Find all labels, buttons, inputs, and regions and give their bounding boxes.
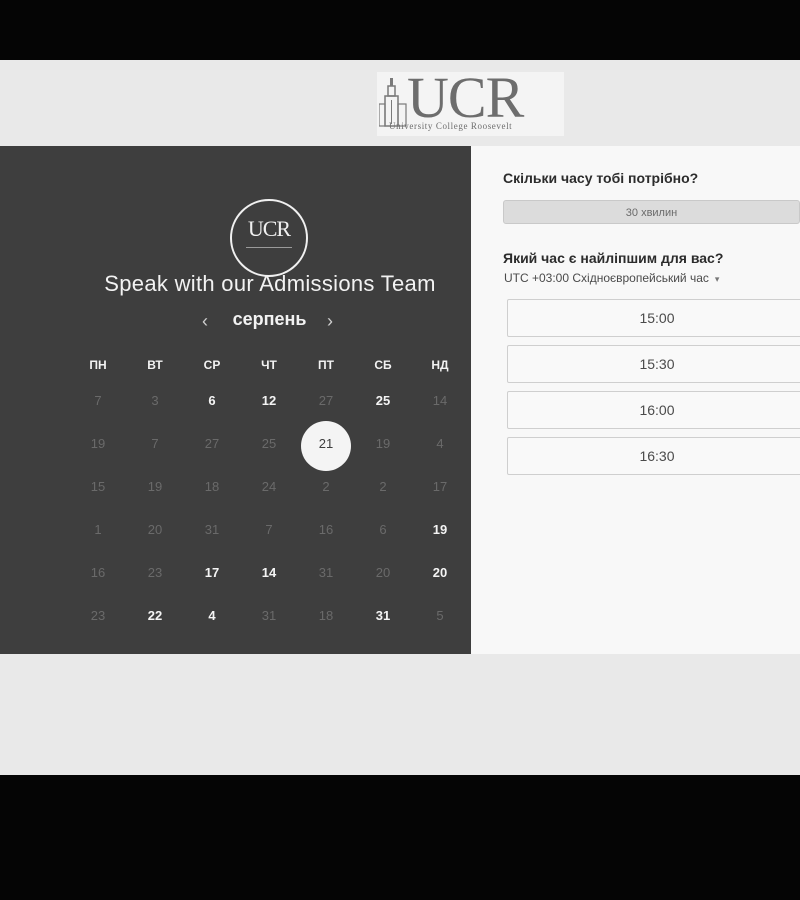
calendar-day: 23	[90, 608, 106, 623]
calendar-day: 31	[261, 608, 277, 623]
calendar-day: 18	[318, 608, 334, 623]
calendar-day[interactable]: 25	[355, 381, 411, 421]
calendar-day: 2	[322, 479, 330, 494]
calendar-day: 1	[94, 522, 102, 537]
calendar-day: 6	[379, 522, 387, 537]
duration-question: Скільки часу тобі потрібно?	[503, 170, 699, 186]
calendar-day: 19	[147, 479, 163, 494]
time-selection-panel: Скільки часу тобі потрібно? 30 хвилин Як…	[471, 146, 800, 654]
badge-text: UCR	[247, 216, 291, 241]
weekday-label: ЧТ	[261, 358, 277, 372]
calendar-day-selected[interactable]: 21	[298, 421, 354, 471]
calendar-day: 7	[94, 393, 102, 408]
calendar-days: 7 3 6 12 27 25 14 19 7 27 25 21 19 4 15 19 18 24 2 2 17 1 20 31…	[70, 380, 470, 638]
calendar-day: 15	[90, 479, 106, 494]
chevron-right-icon[interactable]: ›	[327, 311, 333, 332]
calendar-day: 23	[147, 565, 163, 580]
calendar-week-row: 19 7 27 25 21 19 4	[70, 421, 470, 471]
calendar-panel: UCR Speak with our Admissions Team ‹ сер…	[0, 146, 471, 654]
calendar-day: 27	[204, 436, 220, 451]
calendar-week-row: 15 19 18 24 2 2 17	[70, 466, 470, 509]
weekday-label: ПН	[89, 358, 107, 372]
month-navigation: ‹ серпень ›	[198, 309, 343, 335]
calendar-day: 7	[151, 436, 159, 451]
ucr-badge-logo: UCR	[230, 199, 308, 277]
logo-subtitle: University College Roosevelt	[389, 121, 513, 131]
weekday-label: СБ	[374, 358, 392, 372]
calendar-day: 27	[318, 393, 334, 408]
calendar-day: 25	[261, 436, 277, 451]
calendar-grid: ПН ВТ СР ЧТ ПТ СБ НД 7 3 6 12 27 25 14 19 7 27 25 2…	[70, 356, 470, 638]
weekday-label: НД	[431, 358, 449, 372]
weekday-header: ПН ВТ СР ЧТ ПТ СБ НД	[70, 356, 470, 380]
badge-divider	[246, 247, 292, 248]
calendar-day: 2	[379, 479, 387, 494]
calendar-week-row: 16 23 17 14 31 20 20	[70, 552, 470, 595]
calendar-day: 16	[90, 565, 106, 580]
chevron-left-icon[interactable]: ‹	[202, 311, 208, 332]
page-title: Speak with our Admissions Team	[104, 271, 436, 296]
calendar-day: 4	[436, 436, 444, 451]
calendar-day[interactable]: 22	[127, 596, 183, 636]
calendar-day: 19	[375, 436, 391, 451]
calendar-day: 18	[204, 479, 220, 494]
time-slot-button[interactable]: 16:30	[507, 437, 800, 475]
calendar-day: 7	[265, 522, 273, 537]
time-question: Який час є найліпшим для вас?	[503, 250, 724, 266]
calendar-day[interactable]: 20	[412, 553, 468, 593]
calendar-day[interactable]: 4	[184, 596, 240, 636]
ucr-logo: UCR University College Roosevelt	[377, 66, 564, 136]
calendar-day-number: 21	[318, 436, 334, 451]
calendar-day: 16	[318, 522, 334, 537]
calendar-day[interactable]: 14	[241, 553, 297, 593]
calendar-week-row: 7 3 6 12 27 25 14	[70, 380, 470, 423]
caret-down-icon: ▾	[714, 274, 720, 284]
time-slot-button[interactable]: 15:30	[507, 345, 800, 383]
scheduler-page: UCR University College Roosevelt UCR Spe…	[0, 60, 800, 775]
month-label: серпень	[232, 309, 307, 329]
calendar-day: 19	[90, 436, 106, 451]
weekday-label: СР	[203, 358, 221, 372]
calendar-day: 31	[318, 565, 334, 580]
weekday-label: ПТ	[318, 358, 334, 372]
calendar-week-row: 23 22 4 31 18 31 5	[70, 595, 470, 638]
calendar-day: 20	[147, 522, 163, 537]
calendar-day[interactable]: 12	[241, 381, 297, 421]
calendar-day: 20	[375, 565, 391, 580]
calendar-day: 17	[432, 479, 448, 494]
time-slot-button[interactable]: 15:00	[507, 299, 800, 337]
weekday-label: ВТ	[147, 358, 163, 372]
calendar-day: 14	[432, 393, 448, 408]
calendar-day: 24	[261, 479, 277, 494]
calendar-day[interactable]: 19	[412, 510, 468, 550]
calendar-day: 31	[204, 522, 220, 537]
duration-select[interactable]: 30 хвилин	[503, 200, 800, 224]
time-slot-button[interactable]: 16:00	[507, 391, 800, 429]
calendar-day[interactable]: 17	[184, 553, 240, 593]
calendar-day: 5	[436, 608, 444, 623]
calendar-day[interactable]: 6	[184, 381, 240, 421]
timezone-dropdown[interactable]: UTC +03:00 Східноєвропейський час ▾	[504, 271, 719, 285]
calendar-day[interactable]: 31	[355, 596, 411, 636]
calendar-day: 3	[151, 393, 159, 408]
calendar-week-row: 1 20 31 7 16 6 19	[70, 509, 470, 552]
timezone-label: UTC +03:00 Східноєвропейський час	[504, 271, 709, 285]
